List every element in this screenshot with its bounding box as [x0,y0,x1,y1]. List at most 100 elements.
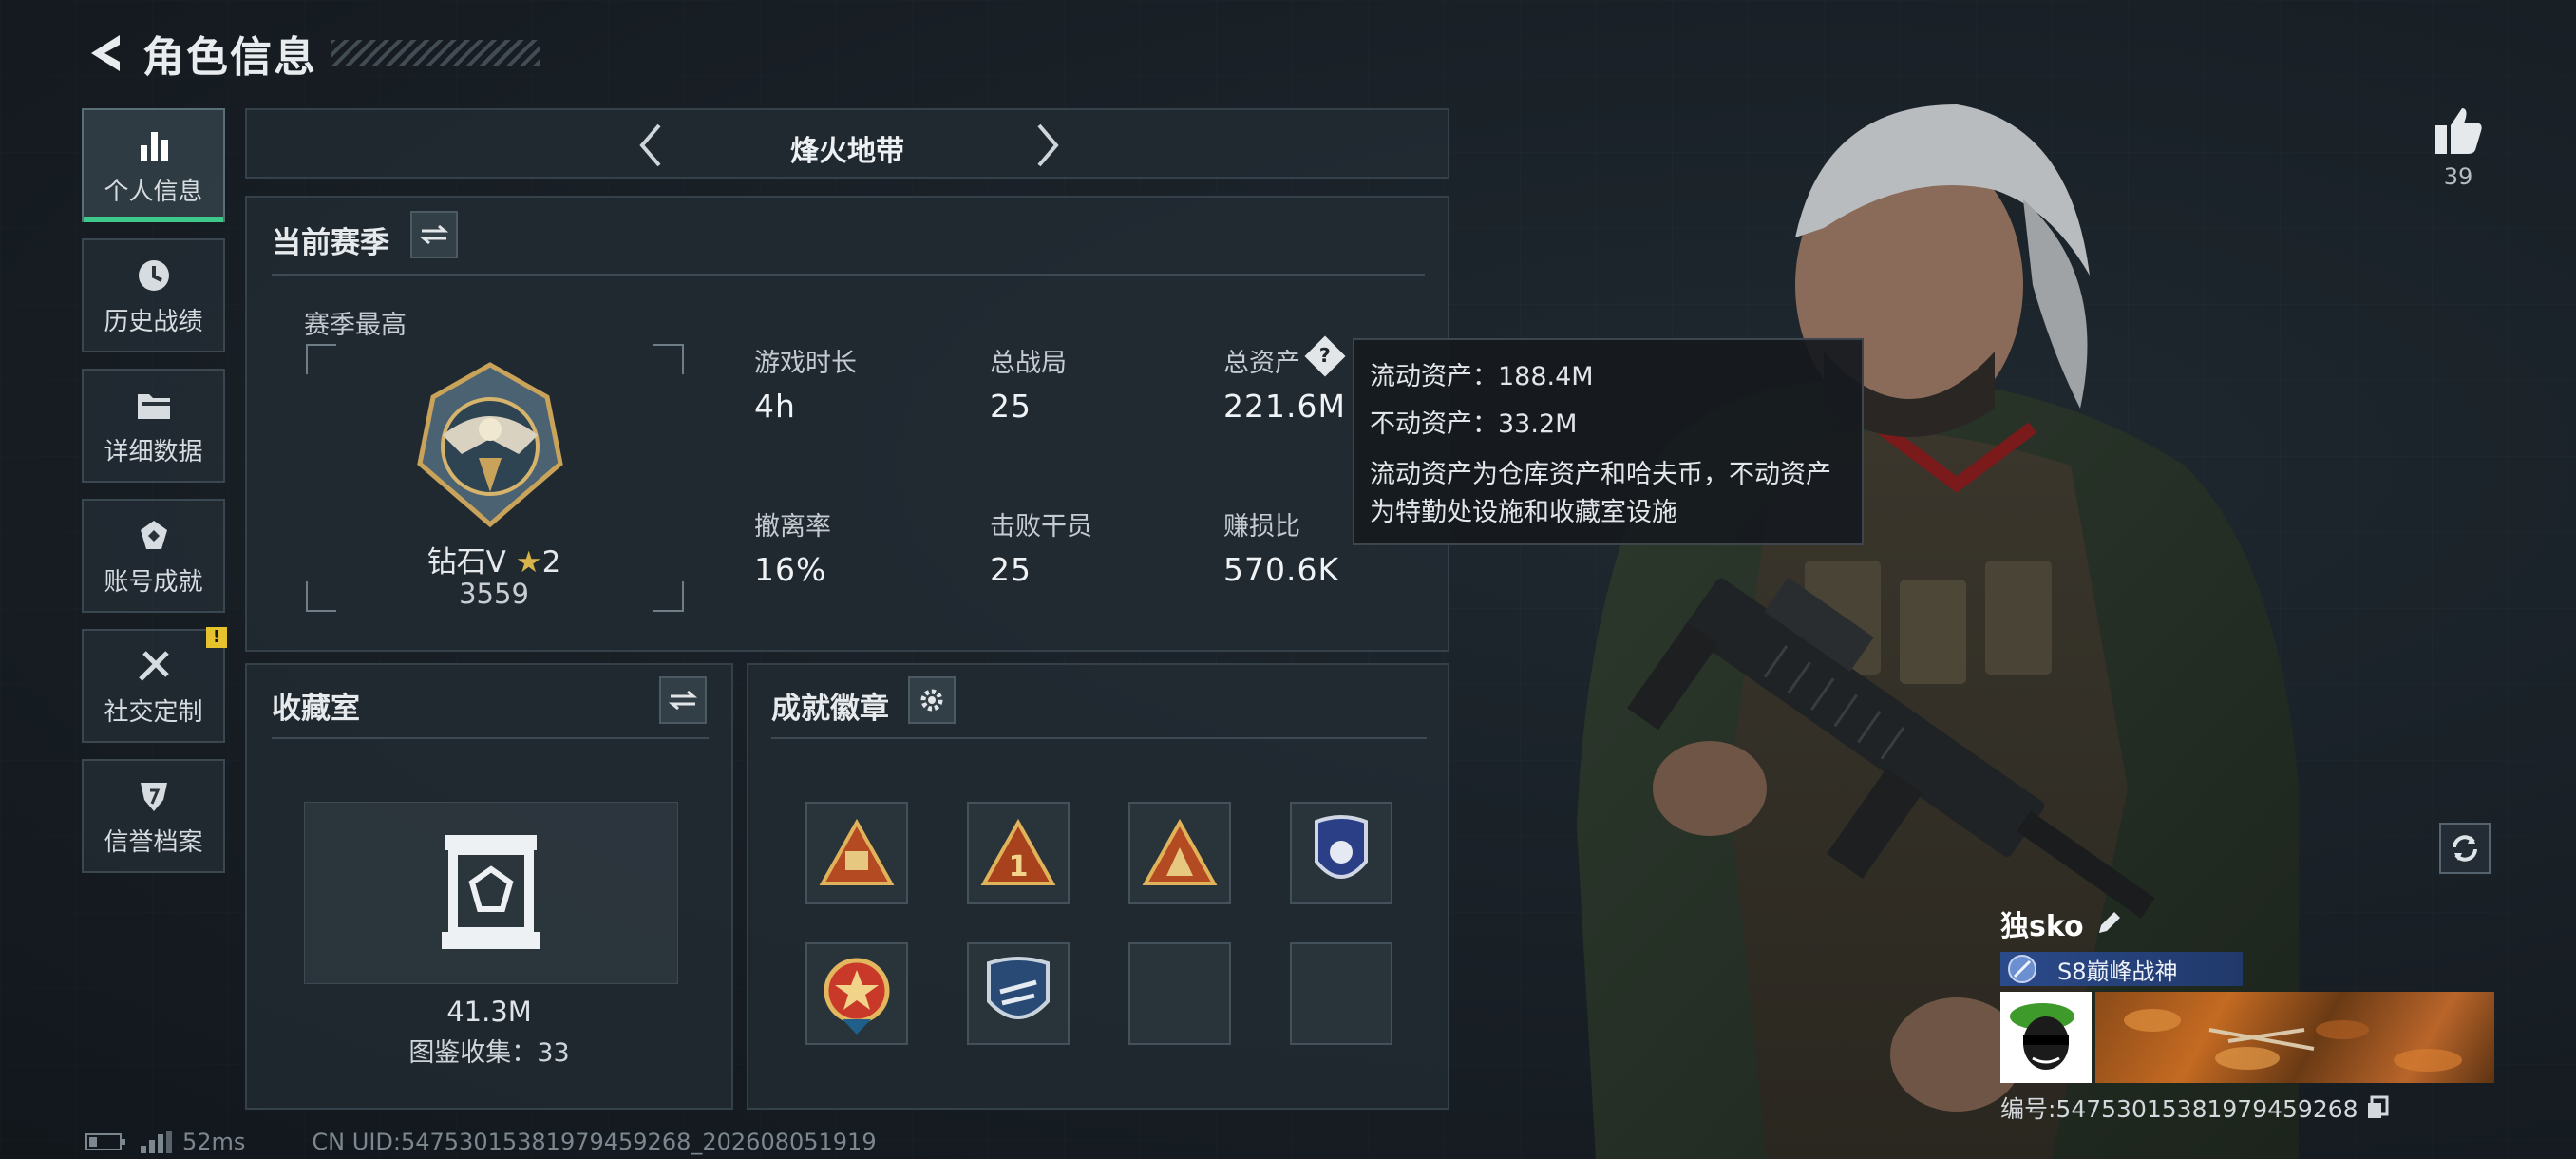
chevron-right-icon [1037,124,1059,167]
frame-corner [653,344,684,374]
assets-note: 流动资产为仓库资产和哈夫币，不动资产为特勤处设施和收藏室设施 [1370,460,1831,527]
achievement-icon [133,515,175,557]
collection-count: 图鉴收集：33 [408,1038,570,1068]
sidebar-item-personal-info[interactable]: 个人信息 [82,108,225,222]
rank-stars: 2 [541,545,561,580]
stat-value-extraction-rate: 16% [754,551,827,588]
achievement-badge[interactable] [805,802,908,904]
folder-icon [133,385,175,427]
shield-icon [133,775,175,817]
stat-value-total-assets: 221.6M [1223,388,1346,425]
sidebar-item-history[interactable]: 历史战绩 [82,238,225,352]
sidebar-item-label: 详细数据 [104,437,203,466]
collection-panel: 收藏室 41.3M 图鉴收集：33 [245,663,733,1110]
player-title: S8巅峰战神 [2057,958,2178,985]
question-icon: ? [1318,345,1332,368]
like-count: 39 [2443,163,2473,190]
shield-badge-icon [987,957,1050,1019]
stat-label-total-matches: 总战局 [990,349,1067,378]
gear-icon [920,689,943,712]
sidebar-item-label: 历史战绩 [104,307,203,336]
frame-corner [306,344,336,374]
mode-label: 烽火地带 [790,135,904,168]
stat-value-total-matches: 25 [990,388,1032,425]
sidebar: 个人信息 历史战绩 详细数据 账号成就 ! 社交定制 信誉档案 [82,108,229,889]
sidebar-item-social[interactable]: ! 社交定制 [82,627,227,743]
like-widget[interactable]: 39 [2420,104,2496,190]
collection-title: 收藏室 [272,692,360,726]
vault-icon [442,835,540,949]
notification-badge: ! [206,627,227,648]
current-season-panel: 当前赛季 赛季最高 钻石V ★2 3559 游戏时长 4h 总战局 25 总资产… [245,196,1449,652]
uid-text: CN UID:5475301538197945926‌8_20260805191… [312,1129,877,1155]
shield-badge-icon [1315,815,1368,879]
season-switch-button[interactable] [410,211,458,258]
liquid-assets-text: 流动资产：188.4M [1370,362,1594,391]
player-id: 编号:5475301538197945926‌8 [2000,1095,2358,1123]
copy-icon[interactable] [2366,1095,2389,1120]
divider [272,737,709,739]
stat-label-profit-loss: 赚损比 [1223,512,1300,542]
profile-banner[interactable] [2095,992,2494,1083]
stat-value-profit-loss: 570.6K [1223,551,1340,588]
sidebar-item-label: 个人信息 [104,177,203,206]
stat-label-total-assets: 总资产 [1223,349,1300,378]
fixed-assets-text: 不动资产：33.2M [1370,409,1578,439]
swap-icon [420,224,448,245]
help-button[interactable]: ? [1304,335,1346,377]
rank-name: 钻石V [426,545,506,580]
page-title: 角色信息 [142,33,317,82]
collection-switch-button[interactable] [659,676,707,724]
achievement-badge[interactable] [967,942,1070,1045]
achievement-badge[interactable] [805,942,908,1045]
sidebar-item-label: 社交定制 [104,697,203,727]
refresh-icon [2453,835,2477,862]
avatar-banner-row [2000,992,2494,1083]
refresh-button[interactable] [2439,823,2491,874]
assets-tooltip: 流动资产：188.4M 不动资产：33.2M 流动资产为仓库资产和哈夫币，不动资… [1353,338,1864,545]
empty-badge-slot[interactable] [1290,942,1392,1045]
sidebar-item-detailed-data[interactable]: 详细数据 [82,369,225,483]
achievement-badge[interactable] [1290,802,1392,904]
stat-label-extraction-rate: 撤离率 [754,512,831,542]
autumn-leaves-banner [2124,1009,2462,1072]
title-emblem-icon [2008,955,2036,983]
back-button[interactable] [82,27,127,80]
season-best-label: 赛季最高 [304,311,407,340]
status-bar: 52ms CN UID:5475301538197945926‌8_202608… [85,1129,877,1155]
divider [771,737,1427,739]
achievement-badge[interactable] [1128,802,1231,904]
thumbs-up-icon [2435,108,2482,154]
achievements-title: 成就徽章 [771,692,889,726]
player-title-bar: S8巅峰战神 [2000,952,2243,986]
player-profile-card: 独sko S8巅峰战神 编号:5475301538197945926‌ [2000,902,2494,1125]
page-header: 角色信息 [82,23,540,84]
achievement-badge[interactable]: 1 [967,802,1070,904]
edit-icon[interactable] [2095,910,2122,937]
swap-icon [669,690,697,711]
signal-icon [141,1130,172,1153]
stat-value-playtime: 4h [754,388,796,425]
empty-badge-slot[interactable] [1128,942,1231,1045]
avatar[interactable] [2000,992,2092,1083]
back-arrow-icon [91,35,120,71]
sidebar-item-label: 账号成就 [104,567,203,597]
season-title: 当前赛季 [272,226,389,260]
ping-text: 52ms [182,1129,246,1155]
player-name: 独sko [2000,910,2084,943]
stat-value-operators-defeated: 25 [990,551,1032,588]
triangle-badge-icon [1142,819,1218,885]
achievement-settings-button[interactable] [908,676,956,724]
collection-preview[interactable] [304,802,678,984]
rank-points: 3559 [459,578,529,610]
sidebar-item-label: 信誉档案 [104,827,203,857]
triangle-badge-icon [819,819,895,885]
achievement-badges-panel: 成就徽章 1 [747,663,1449,1110]
sidebar-item-achievements[interactable]: 账号成就 [82,499,225,613]
rank-row: 钻石V ★2 [323,538,665,580]
sidebar-item-reputation[interactable]: 信誉档案 [82,759,225,873]
star-icon: ★ [515,545,542,580]
stat-label-playtime: 游戏时长 [754,349,857,378]
next-mode-button[interactable] [1024,120,1071,171]
clock-icon [133,255,175,296]
